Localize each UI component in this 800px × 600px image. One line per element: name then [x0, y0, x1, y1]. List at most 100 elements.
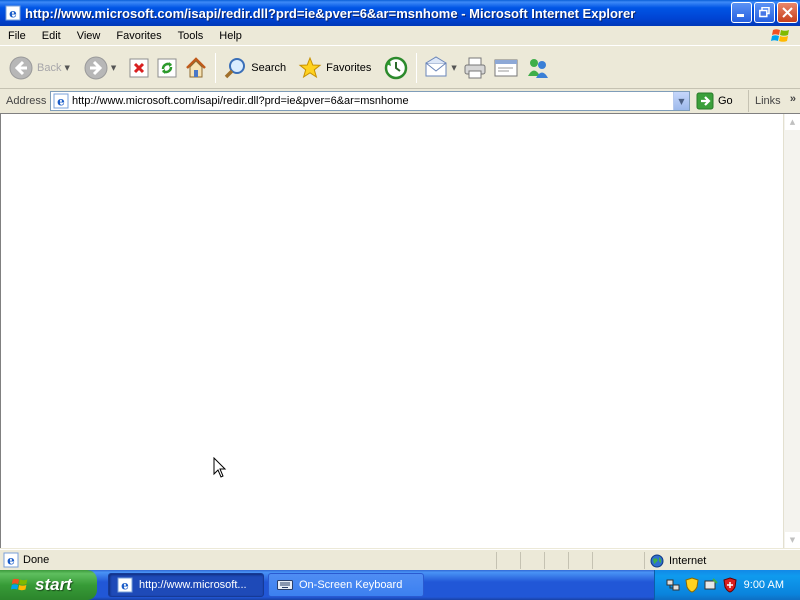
messenger-icon	[527, 58, 548, 78]
svg-text:e: e	[121, 579, 129, 593]
taskbar: start e http://www.microsoft... On-Scree…	[0, 570, 800, 600]
menu-view[interactable]: View	[69, 30, 109, 42]
security-zone[interactable]: Internet	[650, 552, 706, 569]
menu-favorites[interactable]: Favorites	[108, 30, 169, 42]
taskbar-button-label: On-Screen Keyboard	[299, 579, 403, 591]
toolbar-separator	[416, 52, 418, 83]
clock[interactable]: 9:00 AM	[744, 579, 784, 591]
vertical-scrollbar[interactable]: ▲ ▼	[783, 114, 800, 548]
search-label: Search	[251, 61, 287, 74]
favorites-star-icon	[298, 56, 322, 78]
scroll-up-arrow-icon[interactable]: ▲	[785, 114, 800, 130]
page-icon: e	[53, 93, 69, 109]
status-pane	[592, 552, 616, 569]
mail-icon	[425, 55, 447, 76]
links-label: Links	[755, 95, 781, 107]
go-arrow-icon	[696, 92, 714, 110]
address-url: http://www.microsoft.com/isapi/redir.dll…	[72, 95, 409, 107]
back-arrow-icon	[9, 56, 33, 79]
forward-arrow-icon	[84, 56, 108, 79]
wireless-icon[interactable]	[703, 577, 719, 593]
window-title: http://www.microsoft.com/isapi/redir.dll…	[25, 5, 636, 21]
status-pane	[520, 552, 544, 569]
standard-toolbar: Back ▼ ▼ Search Favorites ▼	[0, 47, 800, 89]
restore-icon	[759, 7, 770, 18]
links-toolbar[interactable]: Links »	[748, 90, 800, 112]
menu-bar: File Edit View Favorites Tools Help	[0, 26, 800, 46]
favorites-label: Favorites	[326, 61, 372, 74]
refresh-button[interactable]	[153, 51, 181, 85]
print-button[interactable]	[460, 51, 490, 85]
close-button[interactable]	[777, 2, 798, 23]
windows-logo-icon	[10, 578, 28, 591]
forward-button[interactable]: ▼	[81, 51, 119, 85]
menu-tools[interactable]: Tools	[170, 30, 212, 42]
mouse-cursor-icon	[213, 457, 227, 478]
stop-button[interactable]	[125, 51, 153, 85]
network-icon[interactable]	[665, 577, 681, 593]
taskbar-button-ie[interactable]: e http://www.microsoft...	[108, 573, 264, 597]
address-input[interactable]: e http://www.microsoft.com/isapi/redir.d…	[50, 91, 690, 111]
search-button[interactable]: Search	[220, 51, 289, 85]
start-label: start	[35, 575, 72, 594]
web-page-content[interactable]: ▲ ▼	[0, 113, 800, 548]
globe-icon	[650, 554, 664, 567]
close-icon	[782, 7, 793, 18]
stop-icon	[129, 58, 149, 77]
mail-button[interactable]: ▼	[421, 51, 459, 85]
security-shield-icon[interactable]	[684, 577, 700, 593]
status-pane	[496, 552, 520, 569]
restore-button[interactable]	[754, 2, 775, 23]
edit-button[interactable]	[490, 51, 522, 85]
status-bar: e Done Internet	[0, 549, 800, 570]
windows-logo-icon	[770, 27, 792, 45]
svg-text:e: e	[9, 7, 17, 21]
back-button[interactable]: Back ▼	[6, 51, 73, 85]
menu-file[interactable]: File	[0, 30, 34, 42]
ie-icon: e	[5, 5, 21, 21]
toolbar-separator	[215, 52, 217, 83]
go-label: Go	[718, 95, 733, 107]
ie-icon: e	[117, 577, 133, 593]
go-button[interactable]: Go	[696, 92, 733, 110]
print-icon	[464, 57, 486, 78]
mail-dropdown-icon[interactable]: ▼	[451, 64, 456, 72]
menu-edit[interactable]: Edit	[34, 30, 69, 42]
address-bar: Address e http://www.microsoft.com/isapi…	[0, 90, 800, 112]
taskbar-button-label: http://www.microsoft...	[139, 579, 247, 591]
system-tray: 9:00 AM	[654, 570, 800, 600]
minimize-button[interactable]	[731, 2, 752, 23]
security-center-icon[interactable]	[722, 577, 738, 593]
home-icon	[186, 56, 207, 77]
taskbar-button-osk[interactable]: On-Screen Keyboard	[268, 573, 424, 597]
refresh-icon	[157, 58, 177, 77]
back-label: Back	[37, 61, 62, 74]
status-pane	[544, 552, 568, 569]
history-icon	[385, 56, 408, 79]
home-button[interactable]	[181, 51, 211, 85]
chevron-down-icon: ▼	[678, 96, 685, 106]
menu-help[interactable]: Help	[211, 30, 250, 42]
messenger-button[interactable]	[522, 51, 554, 85]
title-bar[interactable]: e http://www.microsoft.com/isapi/redir.d…	[0, 0, 800, 26]
svg-text:e: e	[7, 554, 15, 568]
status-pane	[644, 552, 645, 569]
status-pane	[568, 552, 592, 569]
zone-label: Internet	[669, 554, 707, 567]
page-done-icon: e	[3, 552, 19, 568]
edit-page-icon	[494, 59, 518, 76]
svg-text:e: e	[57, 95, 65, 109]
keyboard-icon	[277, 580, 293, 590]
address-dropdown-button[interactable]: ▼	[673, 92, 689, 110]
back-dropdown-icon[interactable]: ▼	[64, 64, 69, 72]
favorites-button[interactable]: Favorites	[295, 51, 374, 85]
history-button[interactable]	[380, 51, 412, 85]
minimize-icon	[737, 14, 744, 17]
scroll-down-arrow-icon[interactable]: ▼	[785, 532, 800, 548]
search-icon	[225, 57, 246, 78]
forward-dropdown-icon[interactable]: ▼	[111, 64, 116, 72]
chevron-more-icon[interactable]: »	[790, 93, 796, 105]
address-label: Address	[6, 95, 47, 107]
start-button[interactable]: start	[0, 570, 97, 600]
status-text: Done	[23, 554, 50, 566]
